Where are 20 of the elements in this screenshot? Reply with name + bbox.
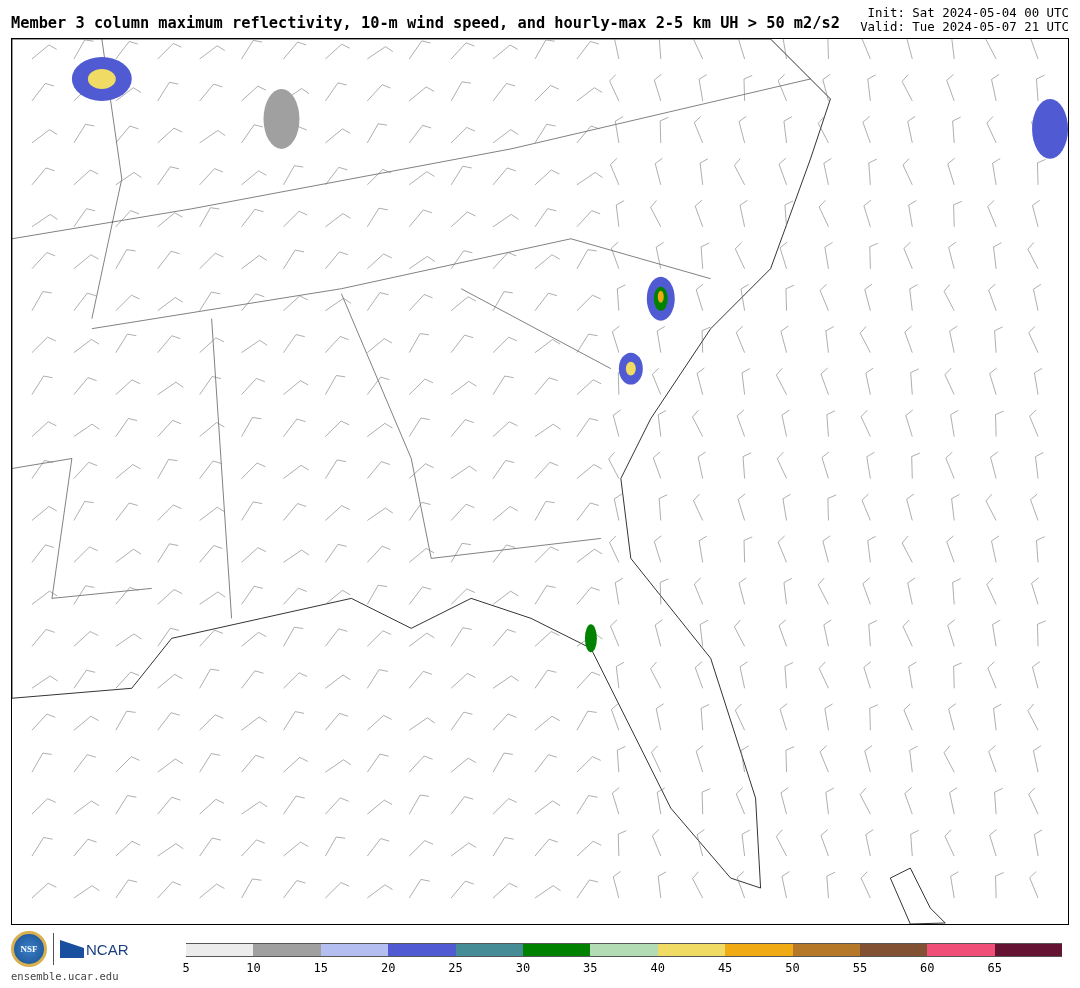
valid-time: Valid: Tue 2024-05-07 21 UTC	[860, 20, 1069, 34]
ncar-logo-text: NCAR	[86, 940, 129, 958]
colorbar-label: 5	[182, 961, 190, 975]
nsf-logo: NSF	[11, 931, 47, 967]
colorbar-label: 50	[785, 961, 800, 975]
colorbar-label: 60	[920, 961, 935, 975]
colorbar-label: 20	[380, 961, 396, 975]
ncar-logo-icon	[60, 940, 84, 958]
colorbar-label: 10	[246, 961, 261, 975]
colorbar-label: 65	[987, 961, 1002, 975]
colorbar-label: 45	[717, 961, 733, 975]
colorbar-label: 15	[313, 961, 328, 975]
colorbar-label: 40	[650, 961, 665, 975]
colorbar-label: 25	[448, 961, 463, 975]
colorbar-label: 35	[583, 961, 598, 975]
colorbar-label: 30	[515, 961, 531, 975]
colorbar-label: 55	[852, 961, 868, 975]
site-url: ensemble.ucar.edu	[11, 970, 119, 982]
init-time: Init: Sat 2024-05-04 00 UTC	[866, 6, 1069, 20]
chart-title: Member 3 column maximum reflectivity, 10-m wind speed, and hourly-max 2-5 km UH > 50 m2/s2	[11, 14, 840, 32]
